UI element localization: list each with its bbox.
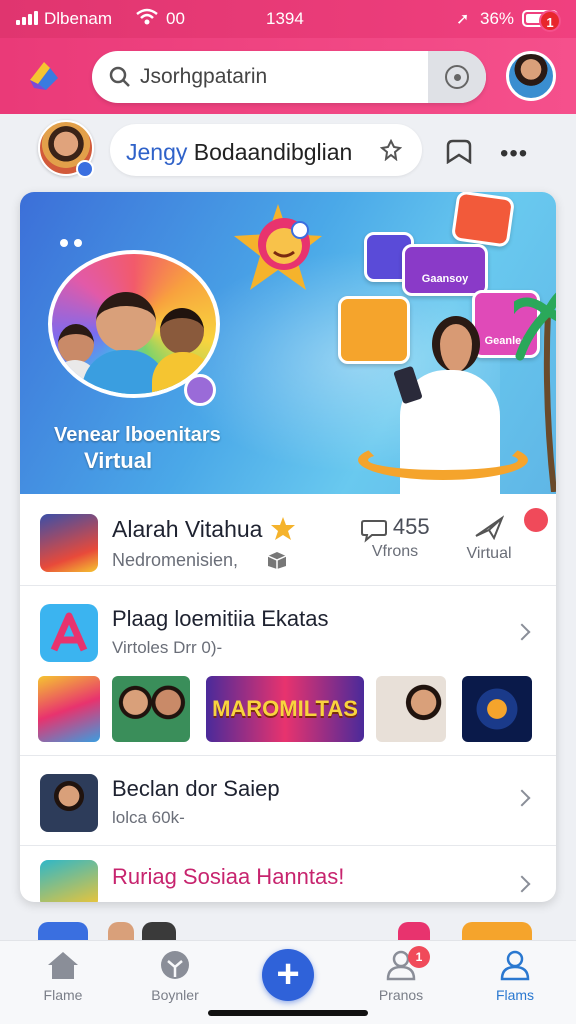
item-thumbnail [40, 514, 98, 572]
comments-label: Vfrons [371, 542, 419, 560]
profile-icon [500, 950, 530, 981]
media-thumbnail[interactable] [376, 676, 446, 742]
media-thumbnail[interactable] [462, 676, 532, 742]
search-icon [109, 66, 130, 87]
app-logo-icon[interactable] [24, 58, 64, 94]
letter-a-icon [50, 612, 88, 652]
scan-button[interactable] [428, 51, 486, 103]
banner-subtitle: Virtual [84, 448, 153, 473]
nav-badge: 1 [408, 946, 430, 968]
comment-icon [361, 519, 388, 543]
search-bar[interactable] [92, 51, 486, 103]
media-thumbnail[interactable] [112, 676, 190, 742]
battery-percent: 36% [480, 9, 515, 28]
app-header [0, 38, 576, 114]
tile-gaansoy: Gaansoy [402, 244, 488, 296]
palm-tree-icon [514, 292, 556, 492]
user-avatar[interactable] [506, 51, 556, 101]
item-thumbnail [40, 860, 98, 902]
profile-name: Jengy Bodaandibglian [126, 139, 353, 165]
nav-profile[interactable]: Flams [470, 949, 560, 1003]
item-title: Alarah Vitahua [112, 516, 263, 542]
tile-orange [450, 192, 516, 248]
media-thumbnail[interactable] [38, 676, 100, 742]
nav-friends[interactable]: Pranos [356, 949, 446, 1003]
item-subtitle: Nedromenisien, [112, 550, 239, 570]
list-item[interactable]: Alarah Vitahua Nedromenisien, 455 Vfrons… [20, 494, 556, 586]
status-bar: Dlbenam 00 1394 ➚ 36% [0, 0, 576, 38]
create-post-button[interactable]: + [262, 949, 314, 1001]
clock: 1394 [266, 9, 304, 28]
wifi-icon [136, 8, 158, 25]
app-icon [40, 604, 98, 662]
feed-card: Venear lboenitars Virtual Gaansoy Geanle… [20, 192, 556, 902]
chevron-right-icon[interactable] [513, 789, 531, 807]
item-title: Plaag loemitiia Ekatas [112, 606, 329, 631]
package-icon [267, 552, 287, 569]
banner-person [432, 316, 480, 372]
banner-title: Venear lboenitars [54, 424, 221, 446]
location-icon: ➚ [456, 11, 470, 28]
media-thumbnail[interactable]: MAROMILTAS [206, 676, 364, 742]
chevron-right-icon[interactable] [513, 875, 531, 893]
list-item[interactable]: Plaag loemitiia Ekatas Virtoles Drr 0)- … [20, 586, 556, 756]
item-subtitle: lolca 60k- [112, 808, 185, 827]
profile-name-pill[interactable]: Jengy Bodaandibglian [110, 124, 422, 176]
nav-home[interactable]: Flame [18, 949, 108, 1003]
music-badge-icon [184, 374, 216, 406]
banner-text: MAROMILTAS [212, 696, 358, 721]
bookmark-icon[interactable] [444, 138, 474, 164]
share-icon [475, 515, 505, 541]
item-title: Beclan dor Saiep [112, 776, 280, 801]
chevron-right-icon[interactable] [513, 623, 531, 641]
item-subtitle: Virtoles Drr 0)- [112, 638, 223, 657]
alert-dot [524, 508, 548, 532]
more-options-button[interactable]: ••• [500, 140, 528, 168]
featured-banner[interactable]: Venear lboenitars Virtual Gaansoy Geanle… [20, 192, 556, 494]
nav-explore[interactable]: Boynler [130, 949, 220, 1003]
home-icon [48, 952, 78, 979]
star-emoji-icon [234, 204, 322, 290]
share-stat[interactable]: Virtual [454, 514, 524, 563]
online-indicator [76, 160, 94, 178]
badge-icon [380, 139, 402, 161]
network-indicator: 00 [166, 9, 185, 28]
carrier-name: Dlbenam [44, 9, 113, 28]
item-thumbnail [40, 774, 98, 832]
list-item[interactable]: Beclan dor Saiep lolca 60k- [20, 756, 556, 846]
item-title: Ruriag Sosiaa Hanntas! [112, 864, 345, 889]
notification-badge: 1 [539, 10, 561, 32]
target-icon [445, 65, 469, 89]
tile-cartoon [338, 296, 410, 364]
comments-count: 455 [392, 514, 430, 539]
explore-icon [161, 951, 189, 979]
search-input[interactable] [140, 51, 420, 103]
star-icon [271, 517, 295, 540]
carousel-dots [60, 234, 88, 252]
list-item[interactable]: Ruriag Sosiaa Hanntas! [20, 846, 556, 902]
share-label: Virtual [466, 545, 512, 562]
signal-icon [16, 11, 40, 25]
comments-stat[interactable]: 455 Vfrons [352, 514, 438, 561]
home-indicator [208, 1010, 368, 1016]
